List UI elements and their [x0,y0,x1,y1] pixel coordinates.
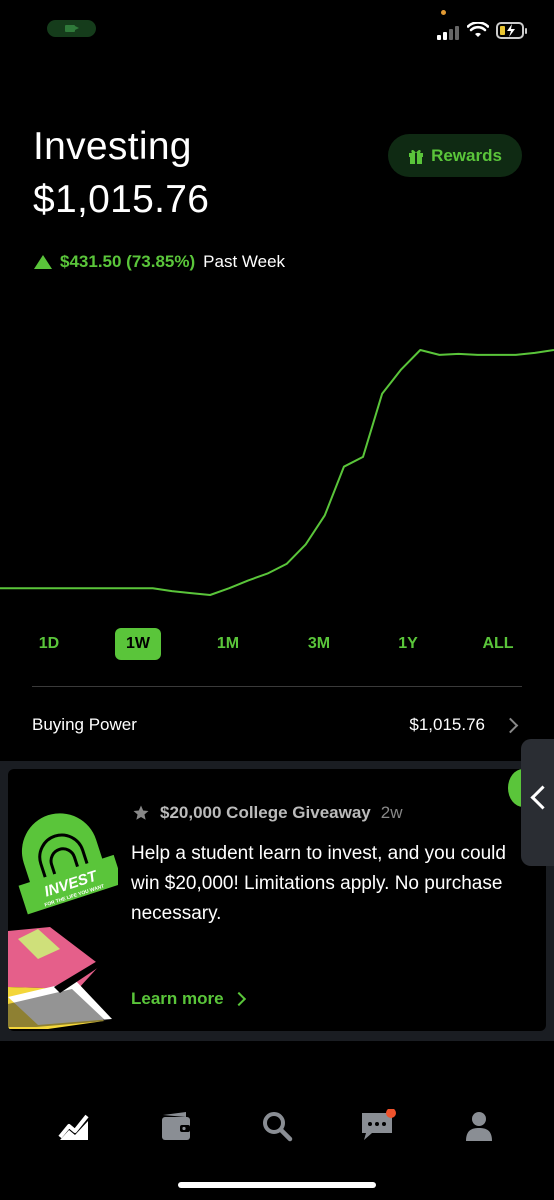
news-source: $20,000 College Giveaway [160,803,371,822]
chevron-right-icon [231,991,246,1007]
camera-icon [47,20,96,37]
gift-icon [409,149,424,164]
change-row: $431.50 (73.85%) Past Week [34,252,285,272]
portfolio-line [0,349,554,596]
portfolio-chart[interactable] [0,330,554,620]
star-icon [133,805,149,820]
rewards-label: Rewards [431,145,502,165]
side-drawer-handle[interactable] [521,739,554,866]
search-icon [263,1112,293,1142]
chart-icon [58,1114,89,1140]
learn-more-link[interactable]: Learn more [131,989,246,1009]
battery-charging-icon [496,22,527,39]
chevron-right-icon [502,717,519,733]
tab-investing[interactable] [54,1106,94,1146]
rewards-button[interactable]: Rewards [388,134,522,177]
tab-search[interactable] [257,1106,297,1146]
messages-icon [362,1109,396,1140]
buying-power-value: $1,015.76 [409,715,485,734]
page-title: Investing [33,125,192,168]
range-1m[interactable]: 1M [205,628,251,660]
buying-power-row[interactable]: Buying Power $1,015.76 [32,705,522,745]
buying-power-label: Buying Power [32,715,137,734]
invest-illustration: INVEST FOR THE LIFE YOU WANT [8,813,118,1029]
change-amount: $431.50 (73.85%) [60,252,196,271]
signal-icon [437,24,463,40]
range-selector: 1D 1W 1M 3M 1Y ALL [0,628,554,662]
news-source-row: $20,000 College Giveaway 2w [132,803,402,823]
home-indicator [178,1182,376,1188]
news-age: 2w [380,803,403,822]
range-all[interactable]: ALL [475,628,521,660]
tab-messages[interactable] [358,1106,398,1146]
range-1d[interactable]: 1D [26,628,72,660]
chevron-left-icon [530,785,554,810]
tab-bar [0,1100,554,1160]
range-3m[interactable]: 3M [296,628,342,660]
news-card[interactable]: INVEST FOR THE LIFE YOU WANT $20,000 Col… [8,769,546,1031]
tab-account[interactable] [459,1106,499,1146]
wifi-icon [467,22,489,37]
change-period: Past Week [203,252,286,271]
portfolio-value: $1,015.76 [33,178,210,221]
tab-wallet[interactable] [156,1106,196,1146]
wallet-icon [162,1112,190,1140]
account-icon [466,1112,492,1141]
range-1y[interactable]: 1Y [385,628,431,660]
divider [32,686,522,687]
range-1w[interactable]: 1W [115,628,161,660]
status-bar [0,0,554,60]
privacy-indicator-dot [441,10,446,15]
news-text: Help a student learn to invest, and you … [131,843,506,924]
up-arrow-icon [34,255,52,269]
learn-more-label: Learn more [131,989,224,1008]
